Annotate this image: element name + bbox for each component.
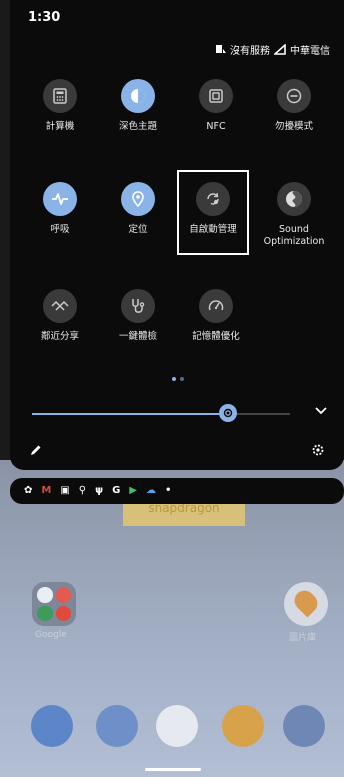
edit-pencil-icon[interactable] — [30, 444, 42, 456]
calculator-icon — [43, 79, 77, 113]
brightness-thumb[interactable] — [219, 404, 238, 422]
tile-sound-optimization[interactable]: Sound Optimization — [254, 182, 334, 248]
tile-label: Sound Optimization — [263, 224, 325, 247]
chrome-app-icon[interactable] — [222, 705, 264, 747]
memory-optimize-icon — [199, 289, 233, 323]
tile-calculator[interactable]: 計算機 — [20, 79, 100, 133]
tile-one-click-check[interactable]: 一鍵體檢 — [98, 289, 178, 343]
sound-optimization-icon — [277, 182, 311, 216]
status-time: 1:30 — [28, 10, 61, 25]
usb-notification-icon: ψ — [95, 485, 104, 496]
tile-label: 記憶體優化 — [192, 331, 240, 342]
do-not-disturb-icon — [277, 79, 311, 113]
gallery-app-icon[interactable] — [284, 582, 328, 626]
cloud-notification-icon: ☁ — [146, 485, 156, 496]
camera-app-icon[interactable] — [283, 705, 325, 747]
phone-app-icon[interactable] — [31, 705, 73, 747]
tile-label: 一鍵體檢 — [118, 331, 157, 342]
page-dot — [180, 377, 184, 381]
carrier-label: 中華電信 — [290, 46, 330, 57]
health-check-icon — [121, 289, 155, 323]
breathing-icon — [43, 182, 77, 216]
nearby-share-icon — [43, 289, 77, 323]
more-notifications-dot-icon: • — [165, 485, 172, 496]
tile-label: 呼吸 — [50, 224, 70, 235]
page-indicator — [172, 377, 184, 381]
gesture-nav-bar[interactable] — [145, 768, 201, 771]
tile-breathing[interactable]: 呼吸 — [20, 182, 100, 236]
tile-label: 計算機 — [45, 121, 75, 132]
tile-nearby-share[interactable]: 鄰近分享 — [20, 289, 100, 343]
brightness-icon — [223, 408, 233, 418]
gallery-notification-icon: ▣ — [60, 485, 70, 496]
brightness-fill — [32, 413, 229, 415]
gallery-label: 圖片庫 — [289, 633, 317, 643]
no-service-label: 沒有服務 — [230, 46, 270, 57]
tile-nfc[interactable]: NFC — [176, 79, 256, 133]
tile-label: NFC — [206, 121, 226, 132]
settings-notification-icon: ✿ — [24, 485, 33, 496]
status-icons: 沒有服務 中華電信 — [215, 42, 330, 57]
tile-label: 定位 — [128, 224, 148, 235]
nfc-icon — [199, 79, 233, 113]
signal-icon — [274, 44, 286, 55]
dark-theme-icon — [121, 79, 155, 113]
messages-app-icon[interactable] — [96, 705, 138, 747]
gmail-notification-icon: M — [41, 485, 52, 496]
tile-label: 勿擾模式 — [274, 121, 313, 132]
page-dot — [172, 377, 176, 381]
no-sim-icon — [216, 45, 226, 53]
tile-label: 鄰近分享 — [40, 331, 79, 342]
tile-do-not-disturb[interactable]: 勿擾模式 — [254, 79, 334, 133]
notification-shelf[interactable]: ✿ M ▣ ⚲ ψ G ▶ ☁ • — [10, 478, 344, 504]
google-folder-label: Google — [35, 630, 67, 640]
location-icon — [121, 182, 155, 216]
home-screen: snapdragon Google 圖片庫 — [0, 460, 344, 777]
play-store-notification-icon: ▶ — [129, 485, 137, 496]
google-folder[interactable] — [32, 582, 76, 626]
dock — [0, 705, 344, 751]
brightness-slider[interactable] — [32, 404, 290, 422]
google-notification-icon: G — [112, 485, 121, 496]
highlight-frame — [177, 170, 249, 255]
expand-chevron-icon[interactable] — [315, 406, 327, 416]
tile-location[interactable]: 定位 — [98, 182, 178, 236]
settings-gear-icon[interactable] — [312, 444, 324, 456]
tile-memory-optimize[interactable]: 記憶體優化 — [176, 289, 256, 343]
tile-label: 深色主題 — [118, 121, 157, 132]
play-store-app-icon[interactable] — [156, 705, 198, 747]
tips-notification-icon: ⚲ — [78, 485, 87, 496]
tile-dark-theme[interactable]: 深色主題 — [98, 79, 178, 133]
